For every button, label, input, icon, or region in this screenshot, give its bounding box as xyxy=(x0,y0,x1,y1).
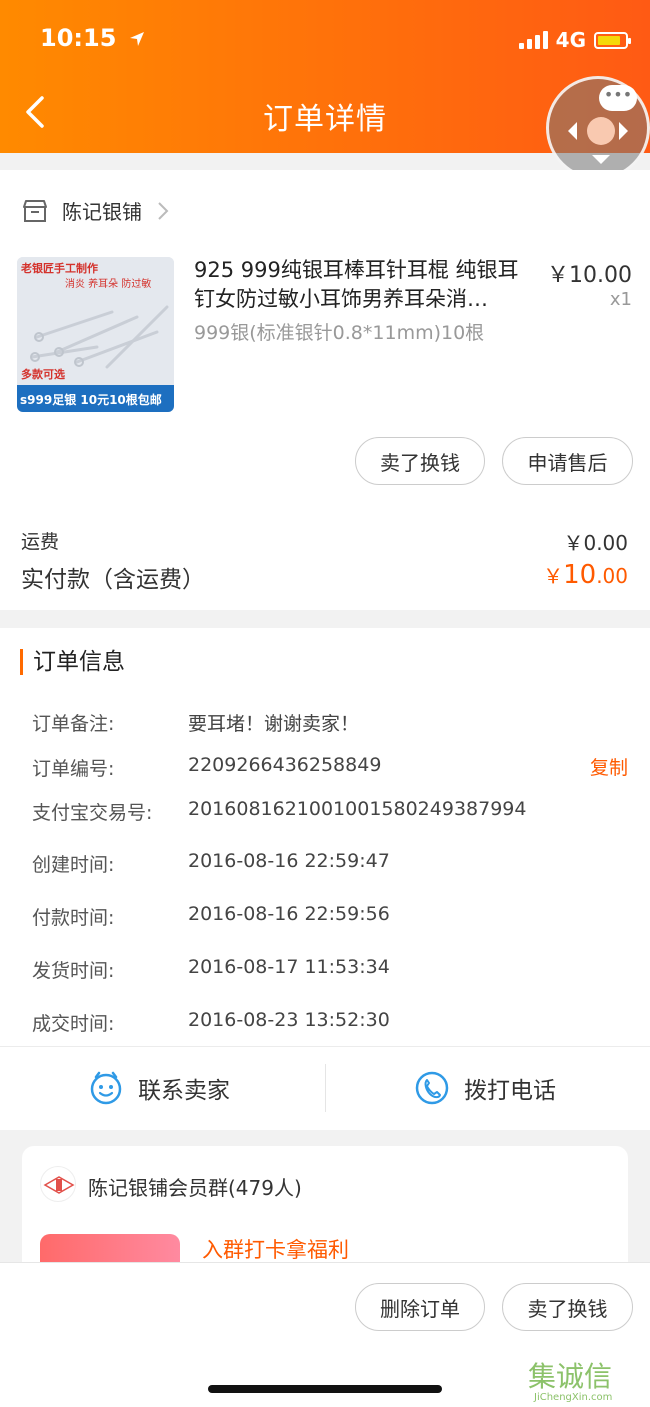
order-info-card xyxy=(0,628,650,1130)
product-image[interactable]: 老银匠手工制作 消炎 养耳朵 防过敏 多款可选 s999足银 10元10根包邮 xyxy=(17,257,174,412)
info-label-alipay-no: 支付宝交易号: xyxy=(32,802,153,824)
product-image-caption-4: s999足银 10元10根包邮 xyxy=(20,392,162,407)
home-indicator xyxy=(208,1385,442,1393)
info-value-created: 2016-08-16 22:59:47 xyxy=(188,850,390,872)
floating-assistive-button[interactable]: ••• xyxy=(546,76,650,180)
promo-text: 入群打卡拿福利 xyxy=(202,1238,349,1262)
shipping-label: 运费 xyxy=(21,531,60,553)
location-arrow-icon xyxy=(129,32,144,46)
arrow-right-icon xyxy=(619,122,637,140)
network-label: 4G xyxy=(555,28,586,52)
status-time-text: 10:15 xyxy=(40,24,117,52)
info-value-alipay-no: 2016081621001001580249387994 xyxy=(188,798,527,820)
info-label-order-no: 订单编号: xyxy=(32,758,115,780)
contact-seller-label: 联系卖家 xyxy=(138,1078,230,1104)
info-label-note: 订单备注: xyxy=(32,713,115,735)
contact-seller-button[interactable]: 联系卖家 xyxy=(88,1070,230,1106)
product-title[interactable]: 925 999纯银耳棒耳针耳棍 纯银耳钉女防过敏小耳饰男养耳朵消… xyxy=(194,256,538,314)
call-button[interactable]: 拨打电话 xyxy=(414,1070,556,1106)
action-divider xyxy=(325,1064,326,1112)
product-photo: 老银匠手工制作 消炎 养耳朵 防过敏 多款可选 s999足银 10元10根包邮 xyxy=(17,257,174,412)
paid-decimal: .00 xyxy=(596,564,628,588)
phone-icon xyxy=(415,1071,449,1105)
order-info-heading: 订单信息 xyxy=(20,649,125,675)
nav-header: 10:15 4G 订单详情 ••• xyxy=(0,0,650,180)
paid-label: 实付款（含运费） xyxy=(21,567,205,593)
info-label-created: 创建时间: xyxy=(32,854,115,876)
info-label-completed: 成交时间: xyxy=(32,1013,115,1035)
status-time: 10:15 xyxy=(40,24,145,52)
battery-icon xyxy=(594,31,631,49)
info-value-shipped: 2016-08-17 11:53:34 xyxy=(188,956,390,978)
info-label-paid: 付款时间: xyxy=(32,907,115,929)
product-quantity: x1 xyxy=(609,289,632,310)
watermark-logo: 集诚信 JiChengXin.com xyxy=(528,1360,612,1403)
paid-currency: ￥ xyxy=(543,564,564,588)
sell-button[interactable]: 卖了换钱 xyxy=(355,437,485,485)
info-value-note: 要耳堵！谢谢卖家！ xyxy=(188,713,360,735)
paid-integer: 10 xyxy=(563,560,597,590)
watermark-cn: 集诚信 xyxy=(528,1360,612,1393)
info-value-paid: 2016-08-16 22:59:56 xyxy=(188,903,390,925)
info-value-order-no: 2209266436258849 xyxy=(188,754,382,776)
product-spec: 999银(标准银针0.8*11mm)10根 xyxy=(194,322,485,344)
signal-icon xyxy=(518,31,548,49)
bottom-sell-button[interactable]: 卖了换钱 xyxy=(502,1283,633,1331)
divider xyxy=(0,1046,650,1047)
arrow-left-icon xyxy=(559,122,577,140)
product-image-caption-2: 消炎 养耳朵 防过敏 xyxy=(65,277,151,290)
status-indicators: 4G xyxy=(518,28,631,52)
paid-amount: ￥10.00 xyxy=(543,560,628,590)
shop-icon xyxy=(23,199,47,222)
group-name: 陈记银铺会员群(479人) xyxy=(88,1176,302,1200)
group-logo-icon xyxy=(43,1176,75,1194)
info-label-shipped: 发货时间: xyxy=(32,960,115,982)
more-dots-icon: ••• xyxy=(599,85,637,111)
info-value-completed: 2016-08-23 13:52:30 xyxy=(188,1009,390,1031)
group-avatar xyxy=(40,1166,76,1202)
product-image-caption-1: 老银匠手工制作 xyxy=(20,261,98,275)
watermark-en: JiChengXin.com xyxy=(533,1392,612,1403)
after-sale-button[interactable]: 申请售后 xyxy=(502,437,633,485)
chat-face-icon xyxy=(90,1071,122,1105)
delete-order-button[interactable]: 删除订单 xyxy=(355,1283,485,1331)
shipping-value: ￥0.00 xyxy=(563,531,628,555)
product-image-caption-3: 多款可选 xyxy=(21,367,65,381)
product-price: ￥10.00 xyxy=(547,263,632,288)
shop-name: 陈记银铺 xyxy=(62,200,142,224)
center-dot-icon xyxy=(587,117,615,145)
call-label: 拨打电话 xyxy=(464,1078,556,1104)
chevron-right-icon xyxy=(158,201,169,220)
copy-button[interactable]: 复制 xyxy=(590,753,628,780)
shop-link[interactable]: 陈记银铺 xyxy=(22,196,170,225)
